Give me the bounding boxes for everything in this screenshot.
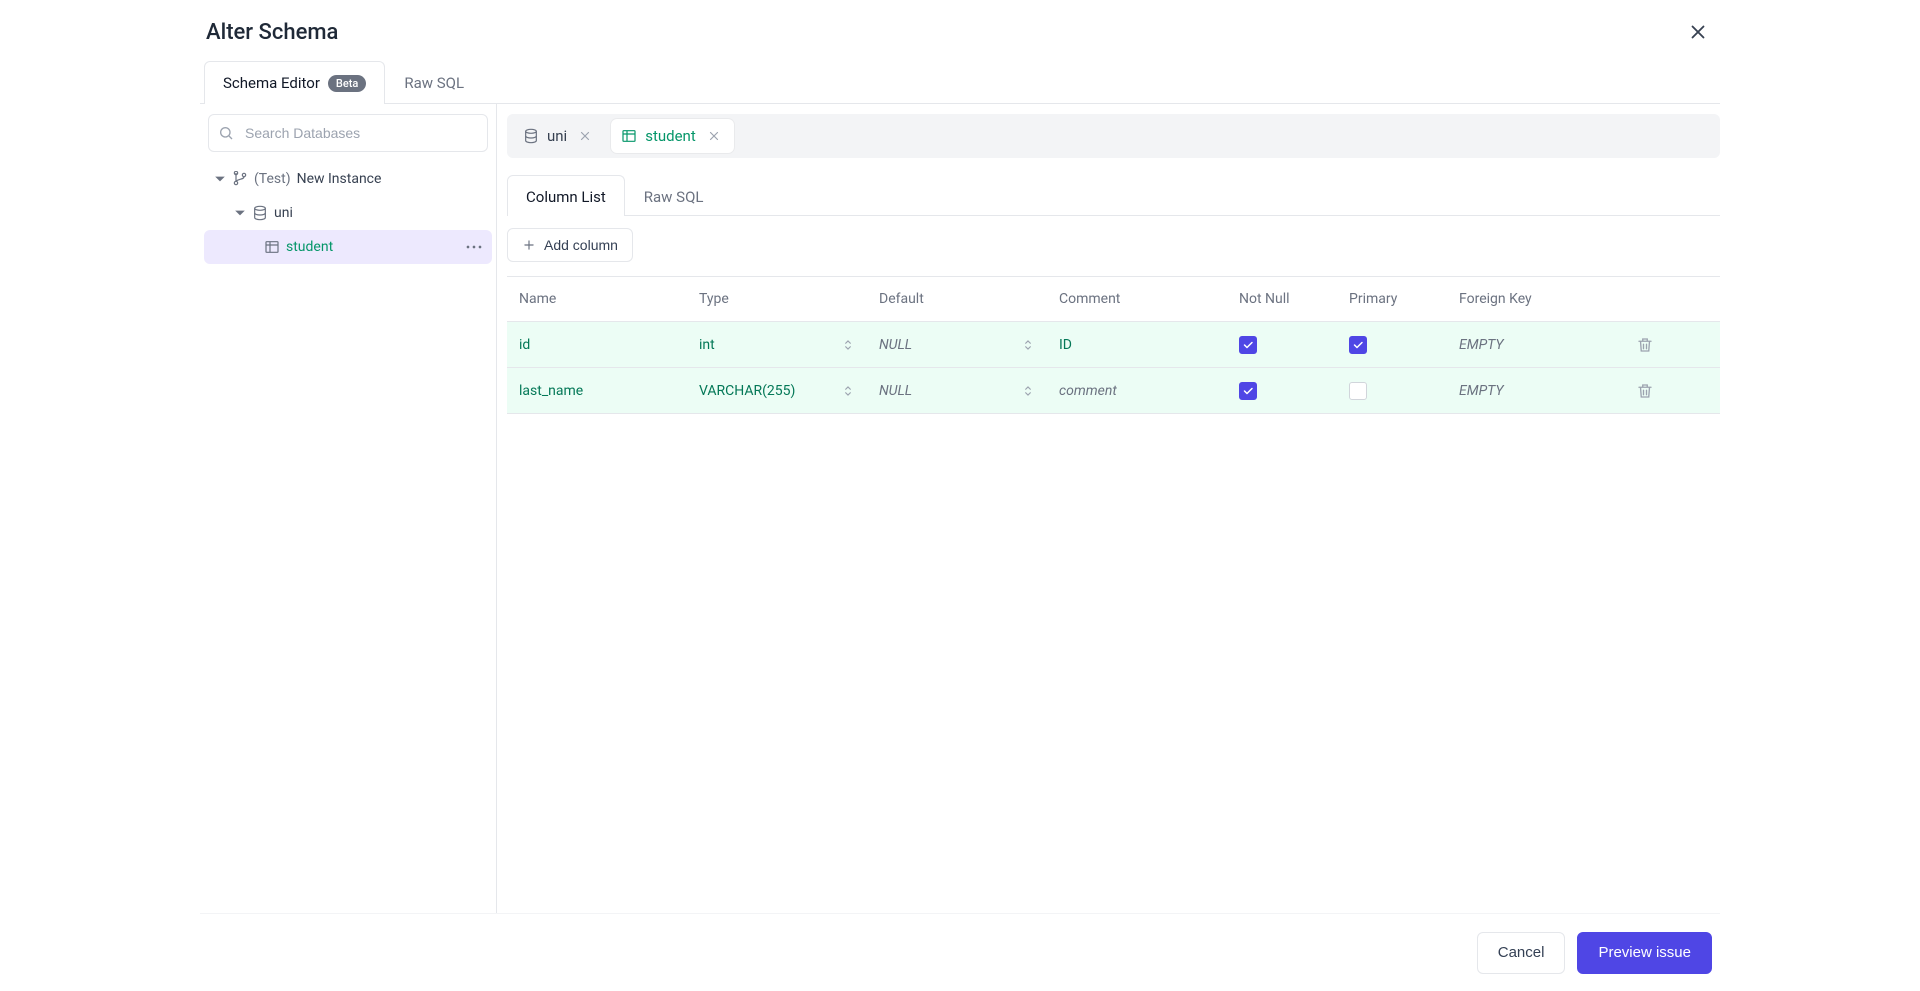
breadcrumb-database-label: uni xyxy=(547,127,567,145)
database-tree: (Test) New Instance uni s xyxy=(204,162,492,264)
table-row: last_nameVARCHAR(255)NULLcomment EMPTY xyxy=(507,368,1720,414)
sort-icon xyxy=(841,384,855,398)
tab-raw-sql-top-label: Raw SQL xyxy=(404,74,464,92)
col-header-type: Type xyxy=(687,291,867,307)
trash-icon xyxy=(1636,382,1654,400)
database-icon xyxy=(523,128,539,144)
column-type-select[interactable]: VARCHAR(255) xyxy=(687,368,867,413)
inner-tab-bar: Column List Raw SQL xyxy=(507,174,1720,216)
column-default-select[interactable]: NULL xyxy=(867,368,1047,413)
column-comment-input[interactable]: comment xyxy=(1047,368,1227,413)
close-icon xyxy=(578,129,592,143)
col-header-comment: Comment xyxy=(1047,291,1227,307)
tab-column-list[interactable]: Column List xyxy=(507,175,625,216)
delete-column-button[interactable] xyxy=(1617,368,1673,413)
tab-schema-editor-label: Schema Editor xyxy=(223,74,320,92)
col-header-name: Name xyxy=(507,291,687,307)
sort-icon xyxy=(841,338,855,352)
sidebar: (Test) New Instance uni s xyxy=(200,104,497,913)
tree-instance-label: New Instance xyxy=(297,171,382,187)
tree-item-menu-button[interactable] xyxy=(462,235,486,259)
top-tab-bar: Schema Editor Beta Raw SQL xyxy=(200,60,1720,104)
add-column-button[interactable]: Add column xyxy=(507,228,633,262)
column-type-select[interactable]: int xyxy=(687,322,867,367)
col-header-notnull: Not Null xyxy=(1227,291,1337,307)
preview-issue-button[interactable]: Preview issue xyxy=(1577,932,1712,974)
search-icon xyxy=(218,125,234,141)
search-input[interactable] xyxy=(208,114,488,152)
not-null-checkbox[interactable] xyxy=(1239,336,1257,354)
columns-table-header: Name Type Default Comment Not Null Prima… xyxy=(507,276,1720,322)
close-icon xyxy=(707,129,721,143)
dialog-footer: Cancel Preview issue xyxy=(200,913,1720,991)
column-comment-input[interactable]: ID xyxy=(1047,322,1227,367)
dialog-title: Alter Schema xyxy=(206,20,338,45)
breadcrumb-table[interactable]: student xyxy=(611,119,734,153)
more-horizontal-icon xyxy=(466,245,482,249)
chevron-down-icon xyxy=(214,173,226,185)
delete-column-button[interactable] xyxy=(1617,322,1673,367)
chevron-down-icon xyxy=(234,207,246,219)
breadcrumb-database[interactable]: uni xyxy=(513,119,605,153)
add-column-label: Add column xyxy=(544,237,618,253)
close-button[interactable] xyxy=(1682,16,1714,48)
columns-table: Name Type Default Comment Not Null Prima… xyxy=(507,276,1720,414)
branch-icon xyxy=(232,171,248,187)
col-header-fkey: Foreign Key xyxy=(1447,291,1617,307)
col-header-default: Default xyxy=(867,291,1047,307)
foreign-key-select[interactable]: EMPTY xyxy=(1447,368,1617,413)
table-icon xyxy=(264,239,280,255)
plus-icon xyxy=(522,238,536,252)
cancel-button[interactable]: Cancel xyxy=(1477,932,1566,974)
close-icon xyxy=(1687,21,1709,43)
breadcrumb: uni student xyxy=(507,114,1720,158)
breadcrumb-table-label: student xyxy=(645,127,696,145)
main-panel: uni student xyxy=(497,104,1720,913)
beta-badge: Beta xyxy=(328,75,366,92)
table-row: idintNULLID EMPTY xyxy=(507,322,1720,368)
tree-table-label: student xyxy=(286,239,333,255)
trash-icon xyxy=(1636,336,1654,354)
tab-raw-sql-inner[interactable]: Raw SQL xyxy=(625,175,723,216)
tree-database-label: uni xyxy=(274,205,293,221)
primary-checkbox[interactable] xyxy=(1349,382,1367,400)
tab-raw-sql-top[interactable]: Raw SQL xyxy=(385,61,483,104)
not-null-checkbox[interactable] xyxy=(1239,382,1257,400)
column-name-input[interactable]: last_name xyxy=(507,368,687,413)
sort-icon xyxy=(1021,384,1035,398)
tab-schema-editor[interactable]: Schema Editor Beta xyxy=(204,61,385,104)
tree-instance[interactable]: (Test) New Instance xyxy=(204,162,492,196)
foreign-key-select[interactable]: EMPTY xyxy=(1447,322,1617,367)
primary-checkbox[interactable] xyxy=(1349,336,1367,354)
col-header-primary: Primary xyxy=(1337,291,1447,307)
column-default-select[interactable]: NULL xyxy=(867,322,1047,367)
sort-icon xyxy=(1021,338,1035,352)
tree-instance-prefix: (Test) xyxy=(254,171,291,187)
tree-database[interactable]: uni xyxy=(204,196,492,230)
database-icon xyxy=(252,205,268,221)
breadcrumb-database-close[interactable] xyxy=(575,126,595,146)
breadcrumb-table-close[interactable] xyxy=(704,126,724,146)
tree-table-student[interactable]: student xyxy=(204,230,492,264)
table-icon xyxy=(621,128,637,144)
column-name-input[interactable]: id xyxy=(507,322,687,367)
